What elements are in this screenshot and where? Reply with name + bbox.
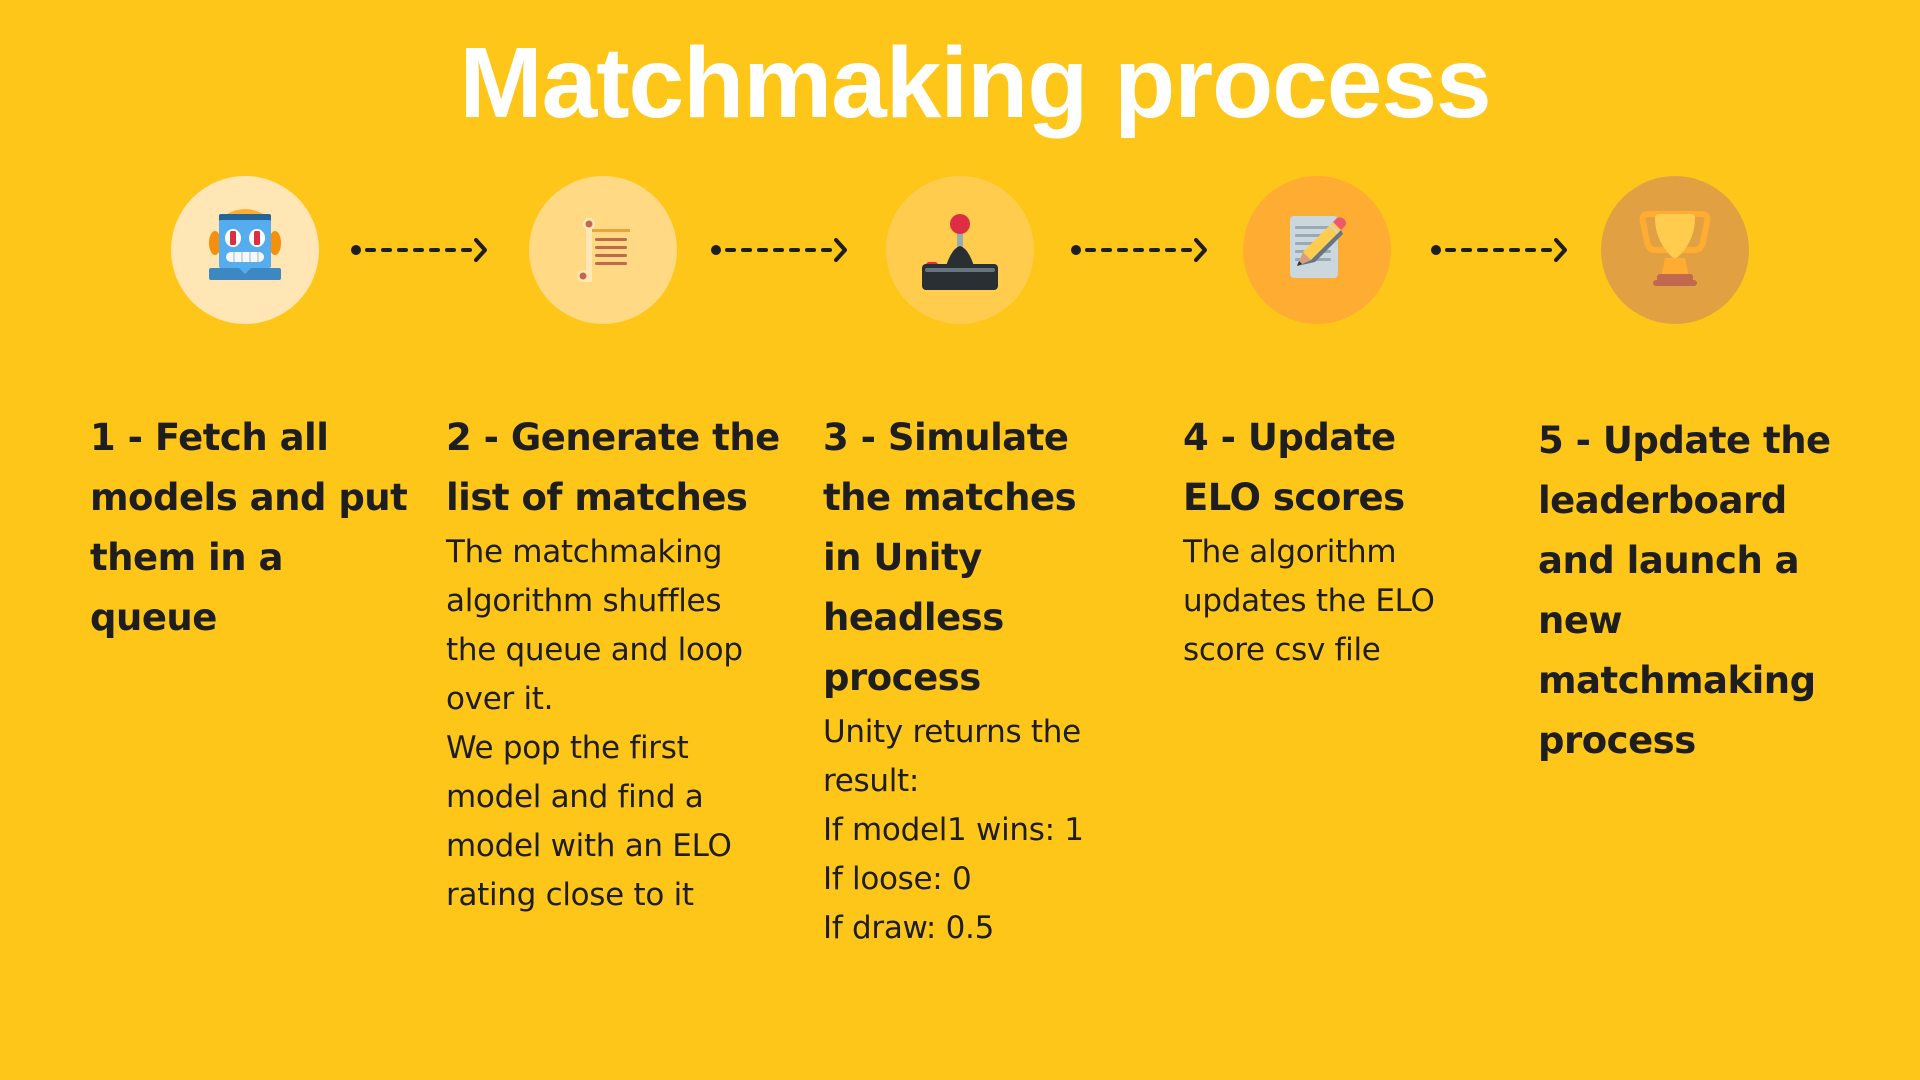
step-body-line: model and find a (446, 779, 704, 815)
step-body-line: If draw: 0.5 (823, 910, 994, 946)
step-body-line: The matchmaking (446, 534, 723, 570)
step-body-line: model with an ELO (446, 828, 732, 864)
step-4-body: The algorithm updates the ELO score csv fi… (1183, 528, 1513, 675)
step-heading-line: in Unity (823, 536, 982, 579)
step-3-body: Unity returns the result: If model1 wins: … (823, 708, 1153, 953)
page-title: Matchmaking process (459, 27, 1491, 139)
step-body-line: We pop the first (446, 730, 689, 766)
step-body-line: If model1 wins: 1 (823, 812, 1084, 848)
step-heading-line: process (823, 656, 981, 699)
step-heading-line: them in a (90, 536, 283, 579)
step-heading-line: new (1538, 599, 1623, 642)
step-4-text: 4 - Update ELO scores The algorithm update… (1183, 408, 1513, 675)
step-body-line: rating close to it (446, 877, 694, 913)
step-heading-line: matchmaking (1538, 659, 1816, 702)
trophy-icon (1639, 211, 1711, 286)
step-heading-line: the matches (823, 476, 1077, 519)
step-body-line: The algorithm (1183, 534, 1397, 570)
step-heading-line: 3 - Simulate (823, 416, 1069, 459)
joystick-icon (922, 214, 998, 290)
step-1-text: 1 - Fetch all models and put them in a queu… (90, 408, 420, 648)
step-body-line: algorithm shuffles (446, 583, 722, 619)
step-3-text: 3 - Simulate the matches in Unity headless p… (823, 408, 1153, 953)
step-body-line: If loose: 0 (823, 861, 972, 897)
step-heading-line: 1 - Fetch all (90, 416, 329, 459)
arrow-1-to-2 (351, 238, 487, 262)
step-2-heading: 2 - Generate the list of matches (446, 408, 780, 528)
step-heading-line: headless (823, 596, 1004, 639)
step-2-icon-circle (529, 176, 677, 324)
arrow-2-to-3 (711, 238, 847, 262)
step-heading-line: 2 - Generate the (446, 416, 780, 459)
step-5-icon-circle (1601, 176, 1749, 324)
step-4-heading: 4 - Update ELO scores (1183, 408, 1513, 528)
step-heading-line: ELO scores (1183, 476, 1405, 519)
step-body-line: result: (823, 763, 920, 799)
step-heading-line: and launch a (1538, 539, 1800, 582)
step-body-line: updates the ELO (1183, 583, 1435, 619)
step-heading-line: 4 - Update (1183, 416, 1396, 459)
step-3-icon-circle (886, 176, 1034, 324)
step-body-line: score csv file (1183, 632, 1381, 668)
arrow-3-to-4 (1071, 238, 1207, 262)
step-2-body: The matchmaking algorithm shuffles the que… (446, 528, 776, 920)
step-body-line: Unity returns the (823, 714, 1081, 750)
step-4-icon-circle (1243, 176, 1391, 324)
robot-icon (209, 209, 281, 280)
step-heading-line: queue (90, 596, 217, 639)
scroll-list-icon (577, 218, 630, 282)
step-3-heading: 3 - Simulate the matches in Unity headless p… (823, 408, 1153, 708)
step-heading-line: list of matches (446, 476, 748, 519)
step-heading-line: leaderboard (1538, 479, 1787, 522)
step-2-text: 2 - Generate the list of matches The matc… (446, 408, 780, 920)
step-5-heading: 5 - Update the leaderboard and launch a new… (1538, 411, 1868, 771)
step-body-line: the queue and loop (446, 632, 743, 668)
step-heading-line: models and put (90, 476, 408, 519)
step-body-line: over it. (446, 681, 554, 717)
step-heading-line: 5 - Update the (1538, 419, 1831, 462)
step-heading-line: process (1538, 719, 1696, 762)
step-1-heading: 1 - Fetch all models and put them in a queu… (90, 408, 420, 648)
arrow-4-to-5 (1431, 238, 1567, 262)
step-1-icon-circle (171, 176, 319, 324)
memo-pencil-icon (1290, 216, 1346, 278)
step-5-text: 5 - Update the leaderboard and launch a new… (1538, 411, 1868, 771)
